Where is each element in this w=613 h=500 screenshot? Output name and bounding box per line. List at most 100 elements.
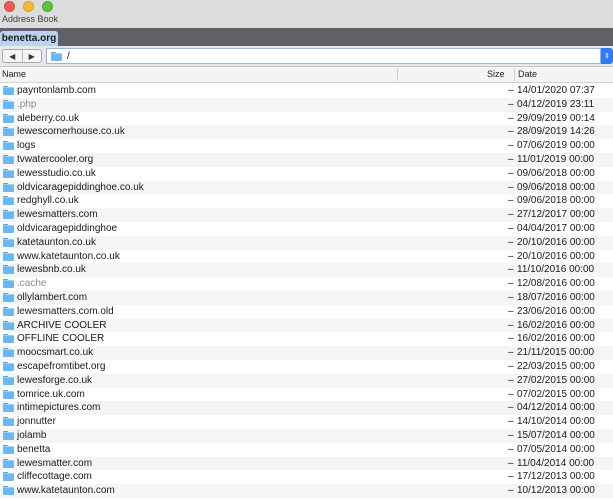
file-date: 07/06/2019 00:00: [517, 140, 595, 152]
file-row[interactable]: .cache –12/08/2016 00:00: [0, 277, 613, 291]
minimize-window-button[interactable]: [23, 1, 34, 12]
file-row[interactable]: ARCHIVE COOLER –16/02/2016 00:00: [0, 318, 613, 333]
file-name: redghyll.co.uk: [17, 195, 79, 207]
file-date: 07/02/2015 00:00: [517, 388, 595, 400]
file-row[interactable]: payntonlamb.com –14/01/2020 07:37: [0, 84, 613, 98]
file-row[interactable]: jonnutter –14/10/2014 00:00: [0, 415, 613, 429]
file-date: 23/06/2016 00:00: [517, 305, 595, 317]
folder-icon: [3, 403, 14, 413]
file-date: 09/06/2018 00:00: [517, 181, 595, 193]
file-row[interactable]: aleberry.co.uk –29/09/2019 00:14: [0, 112, 613, 126]
file-row[interactable]: cliffecottage.com –17/12/2013 00:00: [0, 470, 613, 484]
file-name: katetaunton.co.uk: [17, 236, 96, 248]
file-date: 21/11/2015 00:00: [517, 347, 595, 359]
file-row[interactable]: logs –07/06/2019 00:00: [0, 139, 613, 153]
folder-icon: [3, 334, 14, 344]
folder-icon: [3, 320, 14, 330]
file-date: 14/10/2014 00:00: [517, 416, 595, 428]
zoom-window-button[interactable]: [42, 1, 53, 12]
file-size: –: [508, 416, 514, 428]
folder-icon: [3, 444, 14, 454]
column-divider[interactable]: [397, 69, 398, 81]
file-date: 17/12/2013 00:00: [517, 471, 595, 483]
file-name: tomrice.uk.com: [17, 388, 85, 400]
file-row[interactable]: lewesbnb.co.uk –11/10/2016 00:00: [0, 263, 613, 278]
file-row[interactable]: www.katetaunton.co.uk –20/10/2016 00:00: [0, 250, 613, 264]
file-row[interactable]: benetta –07/05/2014 00:00: [0, 443, 613, 457]
column-size-header[interactable]: Size: [487, 67, 505, 83]
file-row[interactable]: OFFLINE COOLER –16/02/2016 00:00: [0, 332, 613, 346]
file-size: –: [508, 443, 514, 455]
column-date-header[interactable]: Date: [518, 67, 537, 83]
folder-icon: [3, 210, 14, 220]
forward-button[interactable]: ▶: [21, 50, 42, 62]
file-date: 20/10/2016 00:00: [517, 236, 595, 248]
file-size: –: [508, 333, 514, 345]
back-arrow-icon: ◀: [9, 51, 16, 61]
file-size: –: [508, 236, 514, 248]
tab-benetta[interactable]: benetta.org: [0, 31, 58, 46]
nav-buttons: ◀ ▶: [2, 49, 42, 63]
file-size: –: [508, 305, 514, 317]
file-name: www.katetaunton.co.uk: [17, 250, 120, 262]
file-row[interactable]: moocsmart.co.uk –21/11/2015 00:00: [0, 346, 613, 360]
file-row[interactable]: redghyll.co.uk –09/06/2018 00:00: [0, 194, 613, 208]
back-button[interactable]: ◀: [3, 50, 22, 62]
file-size: –: [508, 457, 514, 469]
file-name: lewesstudio.co.uk: [17, 167, 96, 179]
file-row[interactable]: escapefromtibet.org –22/03/2015 00:00: [0, 360, 613, 374]
path-popup-button[interactable]: ⇕: [601, 48, 613, 64]
path-value: /: [67, 50, 70, 62]
folder-icon: [3, 389, 14, 399]
file-list: payntonlamb.com –14/01/2020 07:37 .php –04/…: [0, 84, 613, 498]
file-size: –: [508, 374, 514, 386]
file-date: 12/08/2016 00:00: [517, 278, 595, 290]
file-size: –: [508, 195, 514, 207]
file-date: 11/04/2014 00:00: [517, 457, 595, 469]
column-divider[interactable]: [514, 69, 515, 81]
file-row[interactable]: ollylambert.com –18/07/2016 00:00: [0, 290, 613, 305]
file-date: 22/03/2015 00:00: [517, 360, 595, 372]
file-row[interactable]: tomrice.uk.com –07/02/2015 00:00: [0, 388, 613, 402]
folder-icon: [3, 168, 14, 178]
column-name-header[interactable]: Name: [2, 67, 26, 83]
file-row[interactable]: .php –04/12/2019 23:11: [0, 97, 613, 112]
file-row[interactable]: tvwatercooler.org –11/01/2019 00:00: [0, 152, 613, 167]
file-name: intimepictures.com: [17, 402, 101, 414]
file-row[interactable]: lewesforge.co.uk –27/02/2015 00:00: [0, 373, 613, 388]
file-row[interactable]: lewesmatters.com –27/12/2017 00:00: [0, 208, 613, 222]
file-size: –: [508, 126, 514, 138]
file-date: 10/12/2013 00:00: [517, 485, 595, 497]
folder-icon: [3, 361, 14, 371]
file-row[interactable]: www.katetaunton.com –10/12/2013 00:00: [0, 484, 613, 498]
file-row[interactable]: intimepictures.com –04/12/2014 00:00: [0, 401, 613, 416]
file-name: .php: [17, 98, 37, 110]
file-row[interactable]: oldvicaragepiddinghoe –04/04/2017 00:00: [0, 222, 613, 236]
file-size: –: [508, 319, 514, 331]
file-row[interactable]: katetaunton.co.uk –20/10/2016 00:00: [0, 235, 613, 250]
file-row[interactable]: jolamb –15/07/2014 00:00: [0, 428, 613, 443]
folder-icon: [3, 292, 14, 302]
file-row[interactable]: lewesstudio.co.uk –09/06/2018 00:00: [0, 167, 613, 181]
folder-icon: [3, 182, 14, 192]
path-field[interactable]: /: [46, 48, 601, 64]
file-row[interactable]: lewesmatter.com –11/04/2014 00:00: [0, 456, 613, 471]
folder-icon: [3, 99, 14, 109]
path-bar: ◀ ▶ / ⇕: [0, 46, 613, 67]
file-date: 29/09/2019 00:14: [517, 112, 595, 124]
file-row[interactable]: oldvicaragepiddinghoe.co.uk –09/06/2018 0…: [0, 180, 613, 195]
file-name: lewesbnb.co.uk: [17, 264, 86, 276]
file-row[interactable]: lewesmatters.com.old –23/06/2016 00:00: [0, 305, 613, 319]
column-header: Name Size Date: [0, 67, 613, 83]
folder-icon: [3, 265, 14, 275]
file-date: 27/12/2017 00:00: [517, 209, 595, 221]
folder-icon: [3, 86, 14, 95]
folder-icon: [3, 306, 14, 316]
file-date: 28/09/2019 14:26: [517, 126, 595, 138]
folder-icon: [3, 458, 14, 468]
folder-icon: [3, 113, 14, 123]
file-row[interactable]: lewescornerhouse.co.uk –28/09/2019 14:26: [0, 125, 613, 140]
close-window-button[interactable]: [4, 1, 15, 12]
file-name: oldvicaragepiddinghoe: [17, 222, 118, 234]
file-date: 07/05/2014 00:00: [517, 443, 595, 455]
